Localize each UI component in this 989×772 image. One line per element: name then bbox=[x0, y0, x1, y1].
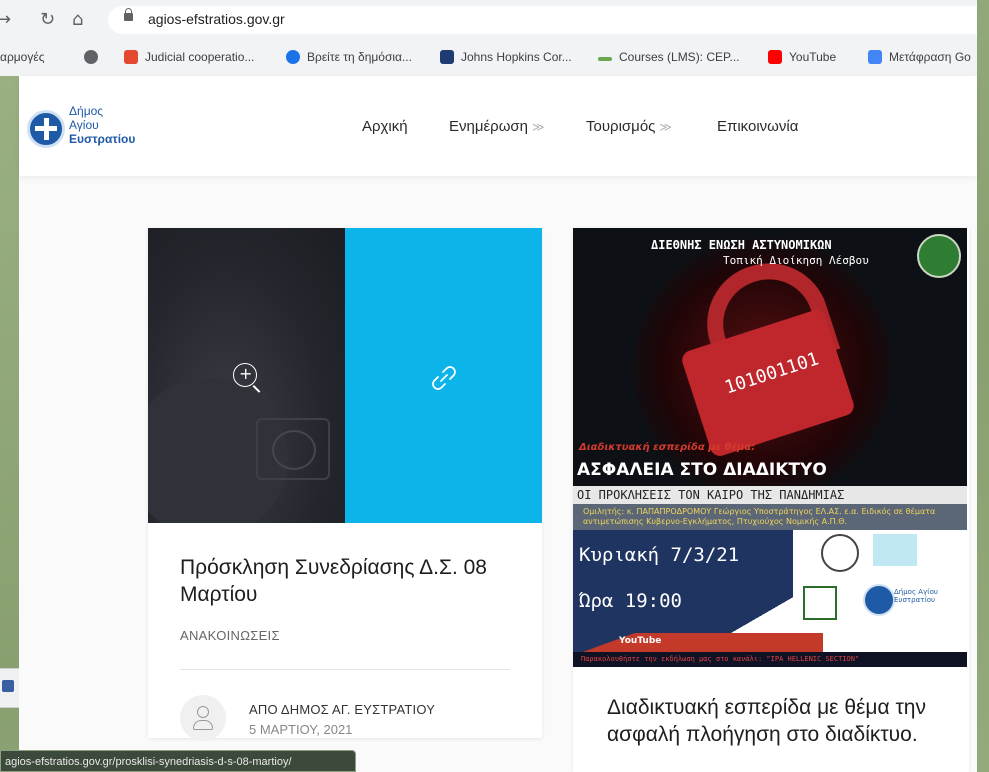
bookmark-youtube[interactable]: YouTube bbox=[768, 50, 836, 64]
info-circle-icon bbox=[286, 50, 300, 64]
poster-speaker: Ομιλητής: κ. ΠΑΠΑΠΡΟΔΡΟΜΟΥ Γεώργιος Υποσ… bbox=[573, 504, 967, 530]
greek-emblem-icon bbox=[863, 584, 895, 616]
poster-intro: Διαδικτυακή εσπερίδα με θέμα: bbox=[579, 442, 756, 453]
site-logo[interactable]: Δήμος Αγίου Ευστρατίου bbox=[27, 98, 167, 158]
post-title[interactable]: Πρόσκληση Συνεδρίασης Δ.Σ. 08 Μαρτίου bbox=[180, 554, 520, 608]
post-date: 5 ΜΑΡΤΙΟΥ, 2021 bbox=[249, 722, 353, 737]
wave-icon bbox=[598, 57, 612, 61]
poster-subheadline: ΟΙ ΠΡΟΚΛΗΣΕΙΣ ΤΟΝ ΚΑΙΡΟ ΤΗΣ ΠΑΝΔΗΜΙΑΣ bbox=[573, 486, 967, 504]
avatar bbox=[180, 695, 226, 741]
bookmark-public[interactable]: Βρείτε τη δημόσια... bbox=[286, 50, 412, 64]
post-poster-image[interactable]: 101001101 ΔΙΕΘΝΗΣ ΕΝΩΣΗ ΑΣΤΥΝΟΜΙΚΩΝ Τοπι… bbox=[573, 228, 967, 667]
shield-icon bbox=[440, 50, 454, 64]
divider bbox=[180, 669, 510, 670]
thumbnail-emblem bbox=[256, 418, 330, 480]
eu-flag-icon bbox=[124, 50, 138, 64]
bookmark-label: Μετάφραση Go bbox=[889, 50, 971, 64]
youtube-logo-icon: YouTube bbox=[619, 636, 662, 646]
bookmark-johns-hopkins[interactable]: Johns Hopkins Cor... bbox=[440, 50, 572, 64]
partner-logo-icon bbox=[873, 534, 917, 566]
home-icon[interactable]: ⌂ bbox=[72, 8, 83, 32]
shield-icon bbox=[2, 680, 14, 692]
address-bar[interactable]: agios-efstratios.gov.gr bbox=[108, 6, 977, 34]
website: Δήμος Αγίου Ευστρατίου Αρχική Ενημέρωση ≫… bbox=[19, 76, 977, 772]
browser-chrome: → ↻ ⌂ agios-efstratios.gov.gr αρμογές Ju… bbox=[0, 0, 977, 76]
youtube-icon bbox=[768, 50, 782, 64]
post-thumbnail[interactable]: + bbox=[148, 228, 345, 523]
globe-icon bbox=[84, 50, 98, 64]
post-card: 101001101 ΔΙΕΘΝΗΣ ΕΝΩΣΗ ΑΣΤΥΝΟΜΙΚΩΝ Τοπι… bbox=[573, 228, 969, 772]
bookmark-translate[interactable]: Μετάφραση Go bbox=[868, 50, 971, 64]
logo-line: Αγίου bbox=[69, 118, 99, 132]
link-icon[interactable] bbox=[427, 361, 461, 395]
bookmark-label: YouTube bbox=[789, 50, 837, 64]
poster-org-sub: Τοπική Διοίκηση Λέσβου bbox=[723, 254, 869, 267]
lock-icon[interactable] bbox=[124, 8, 133, 21]
status-bar-url: agios-efstratios.gov.gr/prosklisi-synedr… bbox=[0, 750, 356, 772]
poster-time: Ώρα 19:00 bbox=[579, 590, 682, 612]
lyre-logo-icon bbox=[821, 534, 859, 572]
chevron-down-icon: ≫ bbox=[659, 120, 672, 134]
poster-red-stripe bbox=[573, 633, 823, 652]
bookmark-globe[interactable] bbox=[84, 50, 105, 64]
nav-label: Τουρισμός bbox=[586, 118, 656, 135]
site-header: Δήμος Αγίου Ευστρατίου Αρχική Ενημέρωση ≫… bbox=[19, 76, 977, 176]
poster-footer: Παρακολουθήστε την εκδήλωση μας στο κανά… bbox=[573, 652, 967, 667]
post-card: + Πρόσκληση Συνεδρίασης Δ.Σ. 08 Μαρτίου … bbox=[148, 228, 542, 741]
forward-icon[interactable]: → bbox=[0, 8, 11, 32]
address-row: → ↻ ⌂ agios-efstratios.gov.gr bbox=[0, 0, 977, 40]
bookmark-label: Judicial cooperatio... bbox=[145, 50, 255, 64]
bookmark-label: Johns Hopkins Cor... bbox=[461, 50, 572, 64]
url-text: agios-efstratios.gov.gr bbox=[148, 11, 285, 27]
bookmark-label: αρμογές bbox=[0, 50, 45, 64]
nav-label: Αρχική bbox=[362, 118, 408, 135]
nav-tourism[interactable]: Τουρισμός ≫ bbox=[586, 118, 672, 135]
poster-logo-text: Δήμος Αγίου Ευστρατίου bbox=[894, 588, 938, 604]
ipa-badge-icon bbox=[917, 234, 961, 278]
logo-line: Δήμος bbox=[69, 104, 104, 118]
nav-contact[interactable]: Επικοινωνία bbox=[717, 118, 798, 135]
greek-emblem-icon bbox=[27, 110, 65, 148]
chevron-down-icon: ≫ bbox=[532, 120, 545, 134]
post-link-overlay[interactable] bbox=[345, 228, 542, 523]
poster-day: Κυριακή 7/3/21 bbox=[579, 544, 740, 566]
nav-label: Ενημέρωση bbox=[449, 118, 529, 135]
zoom-icon[interactable]: + bbox=[233, 363, 257, 387]
bookmark-judicial[interactable]: Judicial cooperatio... bbox=[124, 50, 254, 64]
nav-label: Επικοινωνία bbox=[717, 118, 799, 135]
bookmark-label: Βρείτε τη δημόσια... bbox=[307, 50, 412, 64]
municipality-logo-icon bbox=[803, 586, 837, 620]
poster-headline: ΑΣΦΑΛΕΙΑ ΣΤΟ ΔΙΑΔΙΚΤΥΟ bbox=[577, 460, 827, 480]
side-window-tab[interactable] bbox=[0, 668, 19, 708]
bookmark-courses[interactable]: Courses (LMS): CEP... bbox=[598, 50, 739, 64]
translate-icon bbox=[868, 50, 882, 64]
reload-icon[interactable]: ↻ bbox=[40, 8, 55, 32]
poster-org: ΔΙΕΘΝΗΣ ΕΝΩΣΗ ΑΣΤΥΝΟΜΙΚΩΝ bbox=[651, 238, 832, 252]
logo-line: Ευστρατίου bbox=[69, 132, 136, 146]
bookmark-apps[interactable]: αρμογές bbox=[0, 50, 44, 64]
nav-home[interactable]: Αρχική bbox=[362, 118, 408, 135]
post-category[interactable]: ΑΝΑΚΟΙΝΩΣΕΙΣ bbox=[180, 628, 280, 643]
nav-news[interactable]: Ενημέρωση ≫ bbox=[449, 118, 545, 135]
post-author[interactable]: ΑΠΟ ΔΗΜΟΣ ΑΓ. ΕΥΣΤΡΑΤΙΟΥ bbox=[249, 702, 435, 717]
bookmarks-bar: αρμογές Judicial cooperatio... Βρείτε τη… bbox=[0, 40, 977, 74]
bookmark-label: Courses (LMS): CEP... bbox=[619, 50, 740, 64]
post-title[interactable]: Διαδικτυακή εσπερίδα με θέμα την ασφαλή … bbox=[607, 694, 947, 748]
